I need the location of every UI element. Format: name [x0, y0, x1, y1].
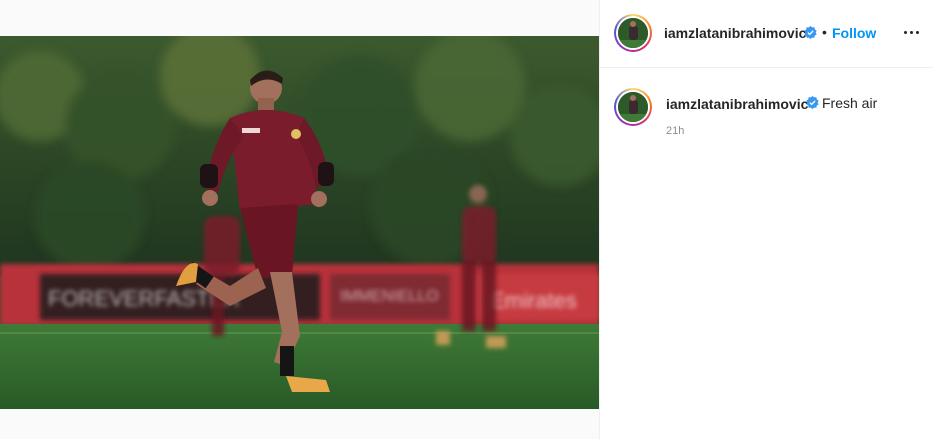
caption-avatar[interactable]: [614, 88, 652, 126]
post-header: iamzlatanibrahimovic • Follow: [600, 0, 933, 68]
ad-board-center: IMMENIELLO: [340, 288, 439, 305]
verified-badge-icon: [806, 96, 819, 109]
separator-dot: •: [822, 24, 827, 40]
post-photo[interactable]: FOREVERFASTER IMMENIELLO Emirates: [0, 36, 599, 409]
profile-avatar[interactable]: [614, 14, 652, 52]
caption-text: Fresh air: [822, 95, 878, 111]
verified-badge-icon: [804, 26, 817, 39]
post-info-pane: iamzlatanibrahimovic • Follow iamzlatani…: [599, 0, 933, 439]
more-options-icon[interactable]: [900, 22, 924, 42]
media-pane: FOREVERFASTER IMMENIELLO Emirates: [0, 0, 599, 439]
ad-board-emirates: Emirates: [490, 288, 577, 313]
post-timestamp[interactable]: 21h: [666, 125, 684, 137]
follow-button[interactable]: Follow: [832, 25, 876, 41]
caption-username-link[interactable]: iamzlatanibrahimovic: [666, 96, 808, 112]
username-link[interactable]: iamzlatanibrahimovic: [664, 25, 806, 41]
